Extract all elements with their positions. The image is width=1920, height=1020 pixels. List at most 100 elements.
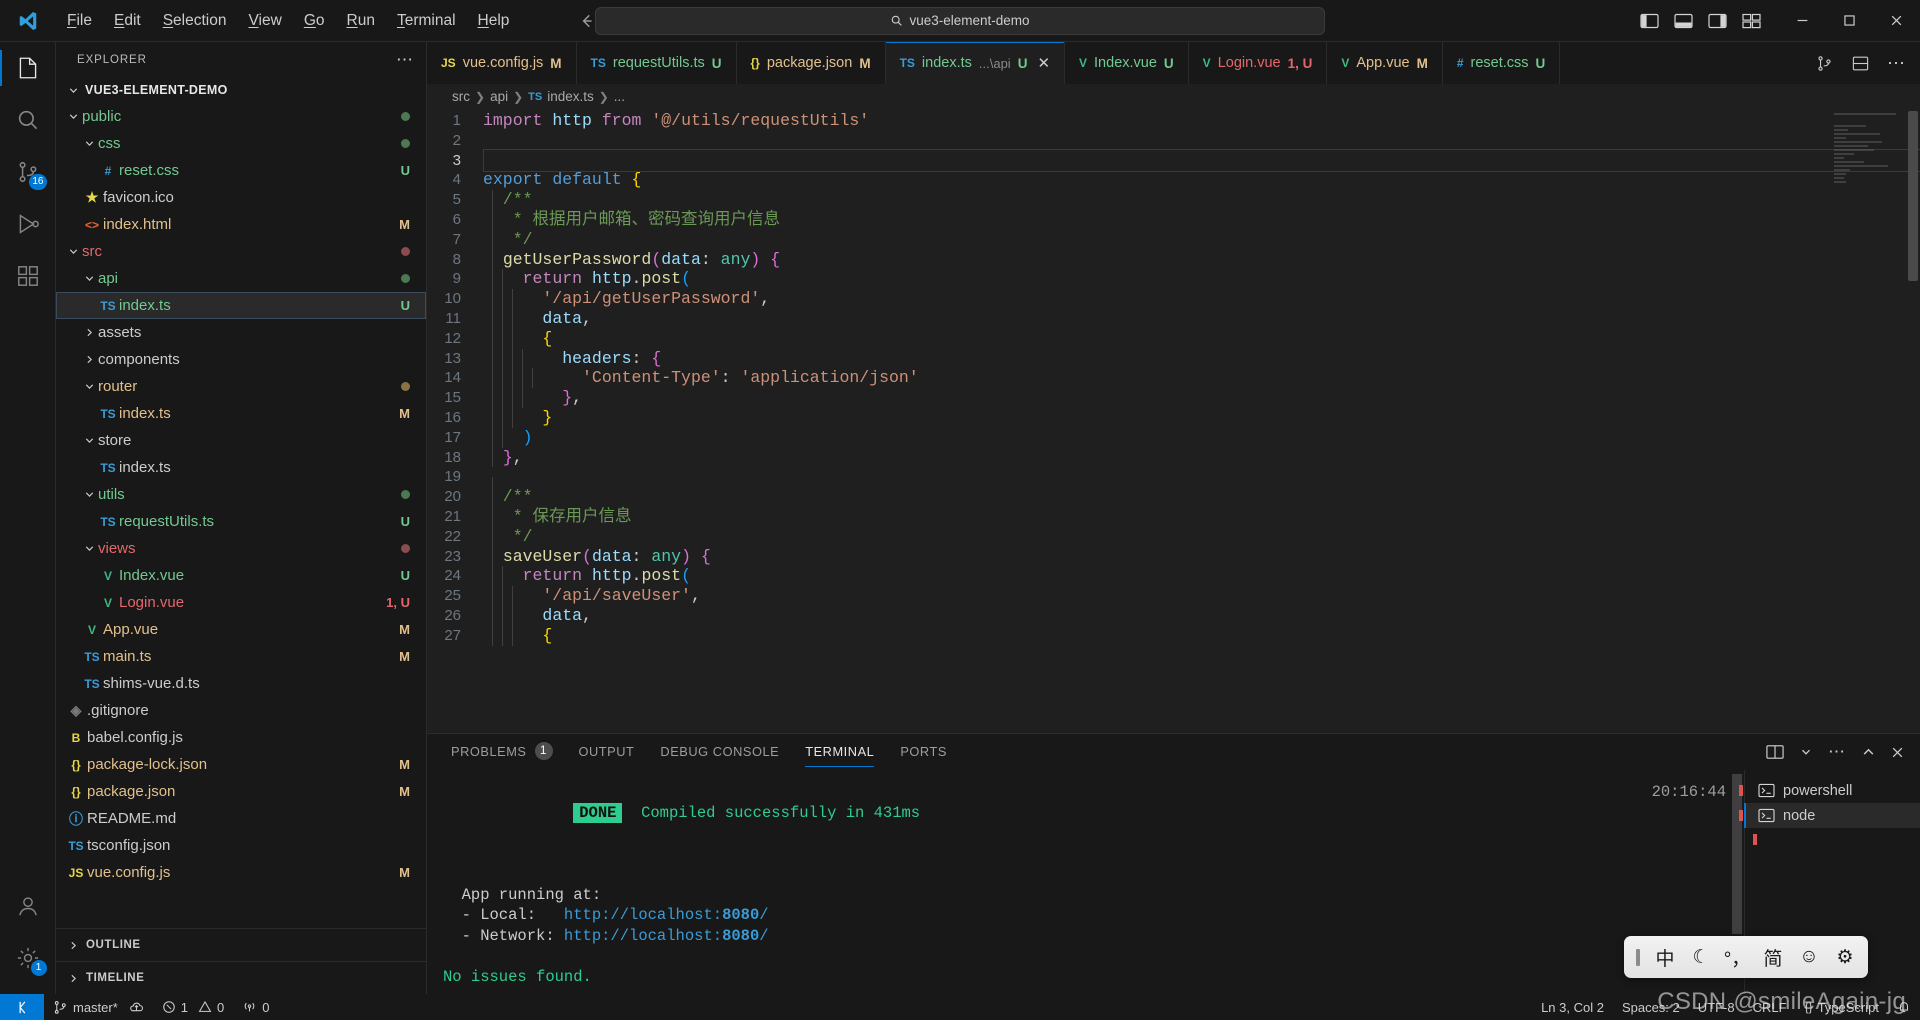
editor-tab-close-icon[interactable]: ✕ bbox=[1037, 54, 1050, 72]
terminal-output[interactable]: DONE Compiled successfully in 431ms App … bbox=[427, 770, 1744, 994]
tree-item-vue-config-js[interactable]: JS vue.config.js M bbox=[56, 859, 426, 886]
tree-item-shims-vue-d-ts[interactable]: TS shims-vue.d.ts bbox=[56, 670, 426, 697]
tree-item-public[interactable]: public bbox=[56, 103, 426, 130]
ime-simplified-button[interactable]: 简 bbox=[1756, 940, 1790, 974]
tree-item-babel-config-js[interactable]: Bbabel.config.js bbox=[56, 724, 426, 751]
tree-item-app-vue[interactable]: V App.vue M bbox=[56, 616, 426, 643]
tree-item-index-ts[interactable]: TS index.ts M bbox=[56, 400, 426, 427]
toggle-primary-sidebar-icon[interactable] bbox=[1640, 13, 1659, 29]
activity-search[interactable] bbox=[0, 94, 56, 146]
tree-item-css[interactable]: css bbox=[56, 130, 426, 157]
ime-settings-gear-icon[interactable]: ⚙ bbox=[1828, 940, 1862, 974]
editor-tab-login-vue[interactable]: V Login.vue 1, U bbox=[1188, 42, 1328, 84]
tree-item-index-ts[interactable]: TS index.ts U bbox=[56, 292, 426, 319]
editor-tab-reset-css[interactable]: # reset.css U bbox=[1442, 42, 1561, 84]
tree-item-login-vue[interactable]: V Login.vue 1, U bbox=[56, 589, 426, 616]
editor-scrollbar[interactable] bbox=[1906, 109, 1920, 733]
minimap[interactable] bbox=[1834, 113, 1906, 209]
editor-more-actions-icon[interactable]: ⋯ bbox=[1887, 53, 1906, 74]
outline-section[interactable]: OUTLINE bbox=[56, 928, 426, 961]
activity-run-debug[interactable] bbox=[0, 198, 56, 250]
terminal-profile-chevron-down-icon[interactable] bbox=[1800, 746, 1812, 758]
tree-item-assets[interactable]: assets bbox=[56, 319, 426, 346]
navigate-back-icon[interactable] bbox=[578, 12, 596, 30]
remote-window-button[interactable] bbox=[0, 994, 44, 1020]
menu-edit[interactable]: Edit bbox=[103, 8, 152, 34]
close-panel-icon[interactable] bbox=[1891, 746, 1904, 759]
breadcrumb-symbol[interactable]: ... bbox=[614, 89, 625, 104]
tree-item-views[interactable]: views bbox=[56, 535, 426, 562]
tree-item-src[interactable]: src bbox=[56, 238, 426, 265]
panel-more-actions-icon[interactable]: ⋯ bbox=[1828, 742, 1846, 762]
status-eol[interactable]: CRLF bbox=[1744, 1000, 1796, 1015]
tree-item-main-ts[interactable]: TS main.ts M bbox=[56, 643, 426, 670]
status-notifications[interactable] bbox=[1888, 1000, 1920, 1014]
editor-tab-requestutils-ts[interactable]: TS requestUtils.ts U bbox=[576, 42, 737, 84]
explorer-more-actions-icon[interactable]: ⋯ bbox=[396, 50, 414, 70]
tab-debug-console[interactable]: DEBUG CONSOLE bbox=[660, 738, 779, 767]
tab-terminal[interactable]: TERMINAL bbox=[805, 738, 875, 767]
timeline-section[interactable]: TIMELINE bbox=[56, 961, 426, 994]
menu-go[interactable]: Go bbox=[293, 8, 336, 34]
tree-item--gitignore[interactable]: ◈ .gitignore bbox=[56, 697, 426, 724]
tab-output[interactable]: OUTPUT bbox=[579, 738, 635, 767]
menu-run[interactable]: Run bbox=[336, 8, 386, 34]
window-close-button[interactable] bbox=[1873, 0, 1920, 41]
maximize-panel-icon[interactable] bbox=[1862, 746, 1875, 759]
ime-emoji-icon[interactable]: ☺ bbox=[1792, 940, 1826, 974]
editor-tab-app-vue[interactable]: V App.vue M bbox=[1327, 42, 1443, 84]
tree-item-router[interactable]: router bbox=[56, 373, 426, 400]
menu-terminal[interactable]: Terminal bbox=[386, 8, 467, 34]
tree-item-utils[interactable]: utils bbox=[56, 481, 426, 508]
toggle-secondary-sidebar-icon[interactable] bbox=[1708, 13, 1727, 29]
tree-item-package-lock-json[interactable]: {} package-lock.json M bbox=[56, 751, 426, 778]
customize-layout-icon[interactable] bbox=[1742, 13, 1761, 29]
tree-item-components[interactable]: components bbox=[56, 346, 426, 373]
status-indentation[interactable]: Spaces: 2 bbox=[1613, 1000, 1689, 1015]
breadcrumb-src[interactable]: src bbox=[452, 89, 470, 104]
menu-view[interactable]: View bbox=[237, 8, 292, 34]
status-branch[interactable]: master* bbox=[44, 994, 153, 1020]
tree-item-readme-md[interactable]: ⓘ README.md bbox=[56, 805, 426, 832]
activity-explorer[interactable] bbox=[0, 42, 56, 94]
menu-selection[interactable]: Selection bbox=[152, 8, 238, 34]
editor-tab-vue-config-js[interactable]: JS vue.config.js M bbox=[427, 42, 577, 84]
ime-moon-icon[interactable]: ☾ bbox=[1684, 940, 1718, 974]
tree-item-favicon-ico[interactable]: ★ favicon.ico bbox=[56, 184, 426, 211]
command-center-search[interactable]: vue3-element-demo bbox=[595, 6, 1325, 35]
workspace-root-row[interactable]: VUE3-ELEMENT-DEMO bbox=[56, 77, 426, 103]
toggle-panel-icon[interactable] bbox=[1674, 13, 1693, 29]
tree-item-reset-css[interactable]: # reset.css U bbox=[56, 157, 426, 184]
status-problems[interactable]: 1 0 bbox=[153, 994, 233, 1020]
ime-toolbar[interactable]: 中 ☾ °， 简 ☺ ⚙ bbox=[1624, 936, 1868, 978]
terminal-item-node[interactable]: node bbox=[1739, 803, 1920, 828]
code-editor[interactable]: 1 import http from '@/utils/requestUtils'… bbox=[427, 109, 1920, 733]
tab-ports[interactable]: PORTS bbox=[900, 738, 947, 767]
status-encoding[interactable]: UTF-8 bbox=[1689, 1000, 1744, 1015]
tab-problems[interactable]: PROBLEMS 1 bbox=[451, 736, 553, 768]
tree-item-index-ts[interactable]: TS index.ts bbox=[56, 454, 426, 481]
window-minimize-button[interactable] bbox=[1779, 0, 1826, 41]
tree-item-api[interactable]: api bbox=[56, 265, 426, 292]
status-language-mode[interactable]: {} TypeScript bbox=[1796, 1000, 1888, 1015]
tree-item-tsconfig-json[interactable]: TS tsconfig.json bbox=[56, 832, 426, 859]
activity-extensions[interactable] bbox=[0, 250, 56, 302]
breadcrumb-file[interactable]: index.ts bbox=[547, 89, 594, 104]
window-maximize-button[interactable] bbox=[1826, 0, 1873, 41]
terminal-item-powershell[interactable]: powershell bbox=[1739, 778, 1920, 803]
tree-item-store[interactable]: store bbox=[56, 427, 426, 454]
breadcrumb-api[interactable]: api bbox=[490, 89, 508, 104]
terminal-scrollbar[interactable] bbox=[1732, 774, 1742, 934]
status-cursor-position[interactable]: Ln 3, Col 2 bbox=[1532, 1000, 1613, 1015]
activity-accounts[interactable] bbox=[0, 880, 56, 932]
menu-help[interactable]: Help bbox=[467, 8, 521, 34]
activity-settings[interactable]: 1 bbox=[0, 932, 56, 984]
menu-file[interactable]: File bbox=[56, 8, 103, 34]
split-terminal-icon[interactable] bbox=[1766, 744, 1784, 760]
editor-tab-index-ts[interactable]: TS index.ts ...\api U ✕ bbox=[885, 42, 1066, 84]
editor-tab-package-json[interactable]: {} package.json M bbox=[736, 42, 886, 84]
ime-drag-handle[interactable] bbox=[1630, 948, 1646, 966]
editor-tab-index-vue[interactable]: V Index.vue U bbox=[1065, 42, 1189, 84]
tree-item-index-html[interactable]: <> index.html M bbox=[56, 211, 426, 238]
ime-punctuation-button[interactable]: °， bbox=[1720, 940, 1754, 974]
